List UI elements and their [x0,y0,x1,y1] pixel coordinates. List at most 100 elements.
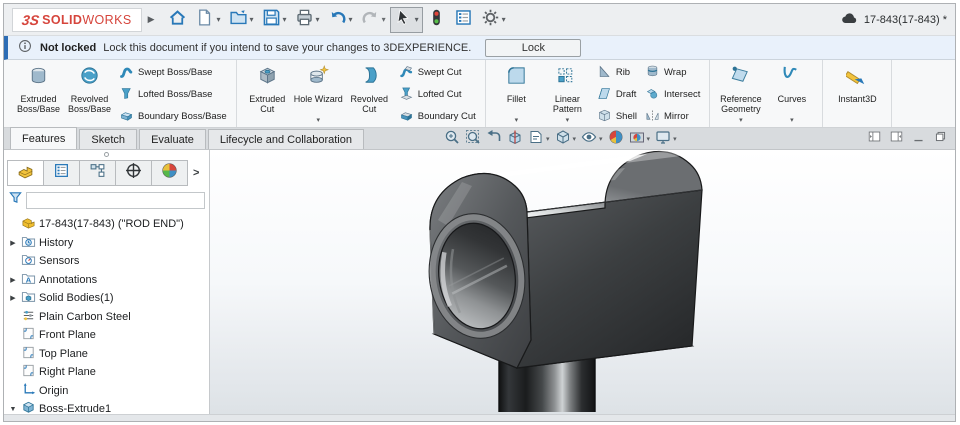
zoom-area-icon-button[interactable] [465,129,481,150]
ribbon-button-shell[interactable]: Shell [597,108,637,126]
dropdown-caret-icon[interactable]: ▾ [349,15,353,24]
ribbon-button-reference-geometry[interactable]: Reference Geometry ▾ [715,62,766,127]
dropdown-caret-icon[interactable]: ▾ [647,135,651,143]
tree-item-annotations[interactable]: ▶ A Annotations [4,271,209,290]
ribbon-button-instant3d[interactable]: Instant3D [828,62,886,127]
dropdown-caret-icon[interactable]: ▾ [599,135,603,143]
ribbon-button-swept-boss-base[interactable]: Swept Boss/Base [119,64,227,82]
dropdown-caret-icon[interactable]: ▾ [283,15,287,24]
ribbon-button-curves[interactable]: Curves ▾ [766,62,817,127]
zoom-fit-icon-button[interactable] [444,129,460,150]
ribbon-button-boundary-boss-base[interactable]: Boundary Boss/Base [119,108,227,126]
open-document-icon-button[interactable]: ▾ [225,7,258,33]
home-icon-button[interactable] [164,7,191,33]
section-view-icon-button[interactable] [507,129,523,150]
dropdown-caret-icon[interactable]: ▾ [566,116,570,127]
expand-arrow-icon[interactable]: ▶ [8,239,18,247]
tab-features[interactable]: Features [10,127,78,149]
tree-item-front-plane[interactable]: Front Plane [4,326,209,345]
tree-item-plain-carbon-steel[interactable]: Plain Carbon Steel [4,308,209,327]
ribbon-button-label: Draft [615,89,637,100]
options-gear-icon-button[interactable]: ▾ [477,7,510,33]
pane-left-icon[interactable] [868,130,881,148]
tree-item-solid-bodies-1[interactable]: ▶ Solid Bodies(1) [4,289,209,308]
panel-tab-displaymanager[interactable] [151,160,188,186]
dropdown-caret-icon[interactable]: ▾ [316,15,320,24]
dropdown-caret-icon[interactable]: ▾ [673,135,677,143]
dropdown-caret-icon[interactable]: ▾ [415,15,419,24]
new-document-icon-button[interactable]: ▾ [191,7,224,33]
expand-arrow-icon[interactable]: ▶ [8,294,18,302]
ribbon-button-extruded-boss-base[interactable]: Extruded Boss/Base [13,62,64,127]
minimize-icon[interactable] [912,130,925,148]
dropdown-caret-icon[interactable]: ▾ [573,135,577,143]
tree-item-17-843-17-843-rod-end[interactable]: 17-843(17-843) ("ROD END") [4,215,209,234]
expand-arrow-icon[interactable]: ▶ [8,276,18,284]
expand-arrow-icon[interactable]: ▼ [8,406,18,413]
panel-tab-propertymanager[interactable] [43,160,80,186]
graphics-area[interactable] [210,150,955,414]
pane-right-icon[interactable] [890,130,903,148]
dropdown-caret-icon[interactable]: ▾ [515,116,519,127]
dropdown-caret-icon[interactable]: ▾ [216,15,220,24]
ribbon-button-wrap[interactable]: Wrap [645,64,700,82]
dropdown-caret-icon[interactable]: ▾ [316,116,320,127]
restore-icon[interactable] [934,130,947,148]
tree-item-history[interactable]: ▶ History [4,234,209,253]
tree-item-boss-extrude1[interactable]: ▼ Boss-Extrude1 [4,400,209,414]
tab-evaluate[interactable]: Evaluate [139,129,206,149]
ribbon-button-revolved-cut[interactable]: Revolved Cut [344,62,395,127]
ribbon-button-rib[interactable]: Rib [597,64,637,82]
select-cursor-icon-button[interactable]: ▾ [389,6,423,33]
panel-tab-configurationmanager[interactable] [79,160,116,186]
tree-item-top-plane[interactable]: Top Plane [4,345,209,364]
ribbon-button-lofted-boss-base[interactable]: Lofted Boss/Base [119,86,227,104]
dropdown-caret-icon[interactable]: ▾ [790,116,794,127]
logo-expand-arrow-icon[interactable]: ▶ [148,14,155,25]
document-properties-icon-button[interactable] [450,7,477,33]
view-orientation-icon-button[interactable]: ▾ [555,129,577,150]
lock-button[interactable]: Lock [485,38,582,57]
feature-manager-panel: > 17-843(17-843) ("ROD END") ▶ History Sens… [4,150,210,414]
panel-splitter[interactable] [4,150,209,159]
ribbon-button-hole-wizard[interactable]: Hole Wizard ▾ [293,62,344,127]
ribbon-button-boundary-cut[interactable]: Boundary Cut [399,108,476,126]
ribbon-button-extruded-cut[interactable]: Extruded Cut [242,62,293,127]
apply-scene-icon-button[interactable]: ▾ [629,129,651,150]
ribbon-button-swept-cut[interactable]: Swept Cut [399,64,476,82]
tree-item-sensors[interactable]: Sensors [4,252,209,271]
annotation-views-icon-button[interactable]: ▾ [528,129,550,150]
dropdown-caret-icon[interactable]: ▾ [739,116,743,127]
dropdown-caret-icon[interactable]: ▾ [250,15,254,24]
ribbon-button-revolved-boss-base[interactable]: Revolved Boss/Base [64,62,115,127]
edit-appearance-icon-button[interactable] [608,129,624,150]
tab-lifecycle-and-collaboration[interactable]: Lifecycle and Collaboration [207,129,364,149]
previous-view-icon-button[interactable] [486,129,502,150]
ribbon-button-draft[interactable]: Draft [597,86,637,104]
ribbon-button-linear-pattern[interactable]: Linear Pattern ▾ [542,62,593,127]
undo-icon-button[interactable]: ▾ [324,7,357,33]
view-settings-icon-button[interactable]: ▾ [655,129,677,150]
tab-sketch[interactable]: Sketch [79,129,138,149]
redo-icon-button[interactable]: ▾ [357,7,390,33]
ribbon-button-intersect[interactable]: Intersect [645,86,700,104]
model-rod-end[interactable] [210,150,955,412]
tree-item-right-plane[interactable]: Right Plane [4,363,209,382]
hide-show-items-icon-button[interactable]: ▾ [581,129,603,150]
dropdown-caret-icon[interactable]: ▾ [546,135,550,143]
save-icon-button[interactable]: ▾ [258,7,291,33]
status-light-icon-button[interactable] [423,7,450,33]
panel-expand-chevron-icon[interactable]: > [193,167,199,179]
tree-item-origin[interactable]: Origin [4,382,209,401]
swept-cut-icon [399,64,414,82]
ribbon-button-mirror[interactable]: Mirror [645,108,700,126]
panel-tab-featuremanager[interactable] [7,160,44,186]
dropdown-caret-icon[interactable]: ▾ [502,15,506,24]
print-icon-button[interactable]: ▾ [291,7,324,33]
panel-tab-dimxpertmanager[interactable] [115,160,152,186]
ribbon-button-fillet[interactable]: Fillet ▾ [491,62,542,127]
ribbon-button-lofted-cut[interactable]: Lofted Cut [399,86,476,104]
tree-filter-input[interactable] [26,191,205,209]
dropdown-caret-icon[interactable]: ▾ [382,15,386,24]
solidworks-logo[interactable]: 3S SOLID WORKS [12,7,142,32]
